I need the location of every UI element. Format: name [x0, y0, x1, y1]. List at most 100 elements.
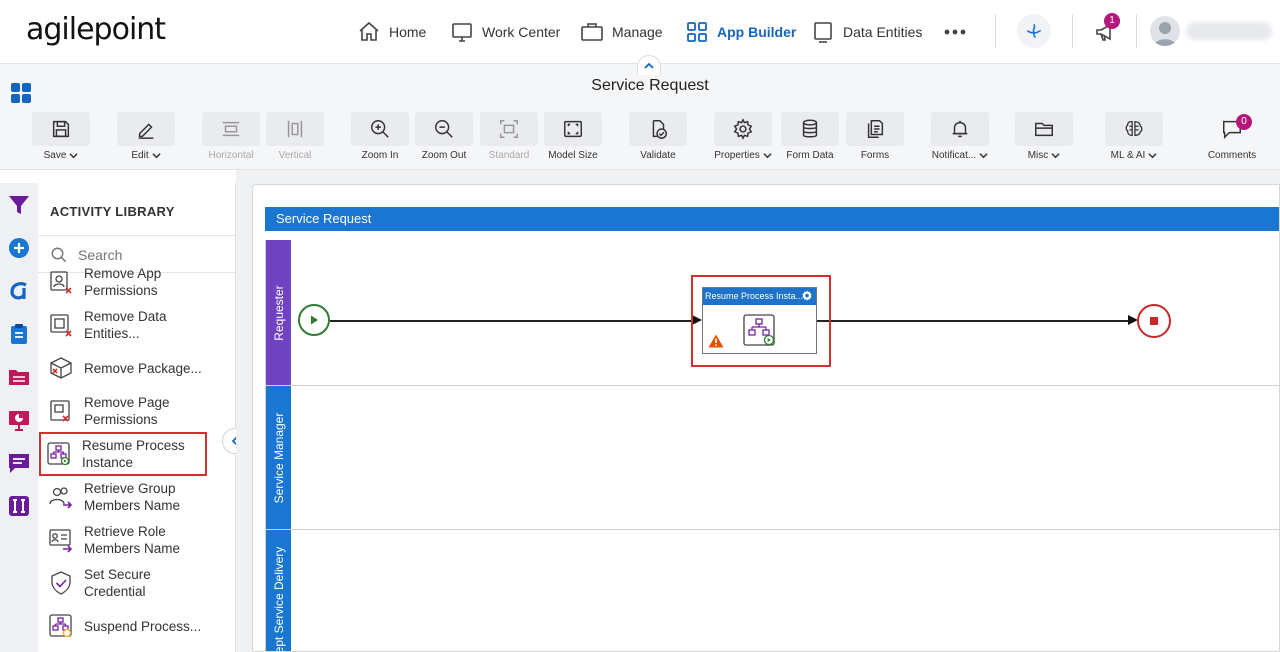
pool-header[interactable]: Service Request	[265, 207, 1279, 231]
list-item-label: Suspend Process...	[84, 618, 202, 634]
resume-process-icon	[47, 442, 70, 466]
resume-process-icon	[743, 314, 775, 346]
remove-permissions-icon	[50, 271, 72, 294]
user-name-redacted[interactable]	[1186, 22, 1272, 40]
bell-icon	[952, 120, 968, 138]
zoom-in-icon	[371, 120, 389, 138]
list-item[interactable]: Retrieve Group Members Name	[42, 476, 228, 518]
lane-service-delivery[interactable]: ept Service Delivery	[265, 530, 1279, 652]
retrieve-role-icon	[49, 529, 73, 553]
rail-chat-button[interactable]	[5, 449, 33, 477]
lane-label[interactable]: Requester	[266, 240, 291, 385]
edit-button[interactable]: Edit	[116, 112, 176, 161]
comments-badge: 0	[1236, 114, 1252, 130]
assistant-spark-icon	[1027, 23, 1042, 39]
nav-app-builder-label: App Builder	[717, 24, 797, 40]
list-item[interactable]: Retrieve Role Members Name	[42, 519, 228, 561]
zoom-out-button[interactable]: Zoom Out	[414, 112, 474, 161]
forms-icon	[867, 120, 884, 138]
chevron-up-icon	[644, 62, 654, 69]
briefcase-icon	[581, 23, 603, 41]
lane-label[interactable]: ept Service Delivery	[266, 530, 291, 652]
activity-header[interactable]: Resume Process Insta...	[703, 288, 816, 305]
nav-manage[interactable]: Manage	[580, 18, 663, 46]
process-canvas[interactable]: Service Request Requester Service Manage…	[252, 184, 1280, 652]
lane-label-text: ept Service Delivery	[271, 546, 286, 652]
ml-ai-button[interactable]: ML & AI	[1104, 112, 1164, 161]
nav-work-center[interactable]: Work Center	[450, 18, 560, 46]
funnel-icon	[9, 196, 29, 214]
start-event[interactable]	[298, 304, 330, 336]
nav-more-button[interactable]	[943, 18, 967, 46]
form-data-label: Form Data	[786, 150, 834, 161]
nav-home[interactable]: Home	[357, 18, 426, 46]
resume-process-activity[interactable]: Resume Process Insta...	[702, 287, 817, 354]
save-button[interactable]: Save	[31, 112, 91, 161]
list-item[interactable]: Set Secure Credential	[42, 562, 228, 604]
list-item[interactable]: Suspend Process...	[42, 605, 228, 647]
edit-label: Edit	[131, 150, 149, 161]
clipboard-icon	[11, 324, 27, 344]
edit-icon	[138, 123, 154, 139]
list-item-label: Retrieve Group Members Name	[84, 481, 181, 513]
rail-add-button[interactable]	[5, 234, 33, 262]
standard-button[interactable]: Standard	[479, 112, 539, 161]
notifications-button[interactable]: Notificat...	[929, 112, 991, 161]
list-item[interactable]: Remove App Permissions	[42, 261, 228, 303]
vertical-button[interactable]: Vertical	[265, 112, 325, 161]
zoom-in-label: Zoom In	[361, 150, 399, 161]
rail-clipboard-button[interactable]	[5, 320, 33, 348]
assistant-button[interactable]	[1017, 14, 1051, 48]
collapse-header-button[interactable]	[637, 55, 661, 75]
gear-icon[interactable]	[801, 290, 813, 302]
properties-label: Properties	[714, 150, 760, 161]
validate-button[interactable]: Validate	[628, 112, 688, 161]
rail-agilepoint-button[interactable]	[5, 277, 33, 305]
lane-service-manager[interactable]: Service Manager	[265, 386, 1279, 530]
app-switcher-icon[interactable]	[10, 82, 32, 104]
lane-label-text: Service Manager	[271, 412, 286, 503]
horizontal-button[interactable]: Horizontal	[201, 112, 261, 161]
zoom-in-button[interactable]: Zoom In	[350, 112, 410, 161]
forms-button[interactable]: Forms	[845, 112, 905, 161]
rail-presentation-button[interactable]	[5, 406, 33, 434]
nav-divider	[995, 14, 996, 48]
chevron-down-icon	[979, 153, 988, 159]
rail-filter-button[interactable]	[5, 191, 33, 219]
list-item-label: Remove App Permissions	[84, 266, 162, 298]
remove-page-permissions-icon	[50, 400, 70, 422]
save-icon	[52, 120, 70, 138]
nav-data-entities[interactable]: Data Entities	[811, 18, 922, 46]
comments-button[interactable]: Comments	[1202, 112, 1262, 161]
properties-button[interactable]: Properties	[713, 112, 773, 161]
nav-app-builder[interactable]: App Builder	[685, 18, 796, 46]
library-title: ACTIVITY LIBRARY	[50, 204, 175, 219]
plus-circle-icon	[9, 238, 29, 258]
app-grid-icon	[687, 22, 707, 42]
rail-folder-button[interactable]	[5, 363, 33, 391]
agilepoint-logo[interactable]: agilepoint	[26, 12, 166, 47]
list-item-label: Remove Package...	[84, 360, 202, 376]
remove-package-icon	[50, 357, 72, 379]
folder-icon	[9, 370, 29, 385]
presentation-icon	[9, 411, 29, 431]
model-size-button[interactable]: Model Size	[543, 112, 603, 161]
remove-data-entities-icon	[50, 314, 72, 337]
top-navigation: agilepoint Home Work Center Manage App B…	[0, 0, 1280, 64]
list-item-resume-process-instance[interactable]: Resume Process Instance	[39, 432, 207, 476]
list-item[interactable]: Remove Data Entities...	[42, 304, 228, 346]
sequence-flow[interactable]	[817, 320, 1129, 322]
lane-label[interactable]: Service Manager	[266, 386, 291, 529]
list-item[interactable]: Remove Page Permissions	[42, 390, 228, 432]
form-data-button[interactable]: Form Data	[780, 112, 840, 161]
left-rail	[0, 183, 38, 652]
chevron-down-icon	[763, 153, 772, 159]
nav-divider	[1072, 14, 1073, 48]
sequence-flow[interactable]	[330, 320, 692, 322]
end-event[interactable]	[1137, 304, 1171, 338]
warning-icon[interactable]	[708, 334, 724, 348]
list-item[interactable]: Remove Package...	[42, 347, 228, 389]
misc-button[interactable]: Misc	[1014, 112, 1074, 161]
rail-integration-button[interactable]	[5, 492, 33, 520]
avatar[interactable]	[1150, 16, 1180, 46]
